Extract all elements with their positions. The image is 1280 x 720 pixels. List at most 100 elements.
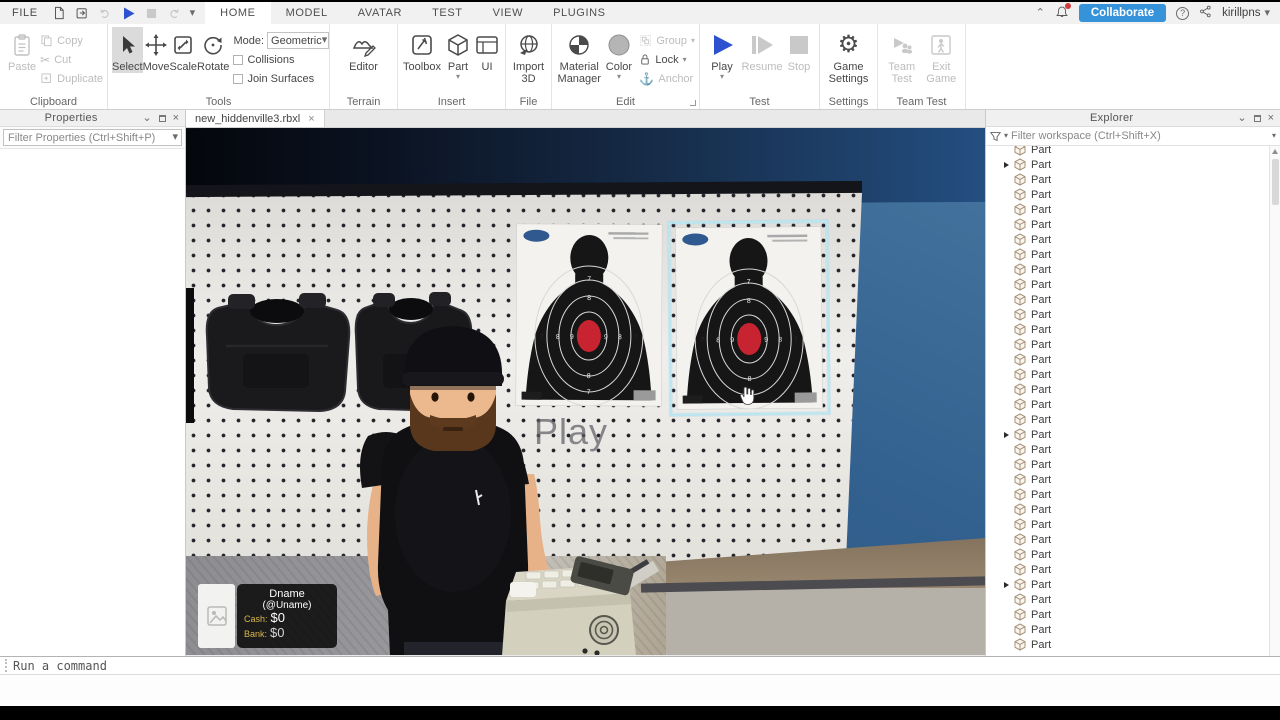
explorer-item-part[interactable]: Part [986,472,1269,487]
explorer-filter-row[interactable]: ▾ ▾ [986,127,1280,146]
move-tool-button[interactable]: Move [143,27,169,73]
command-bar[interactable] [0,656,1280,675]
command-bar-input[interactable] [13,658,1280,673]
properties-chevron-down-icon[interactable]: ⌄ [142,112,151,124]
command-bar-drag-handle[interactable] [5,659,7,672]
expand-arrow-icon[interactable] [1004,579,1014,591]
tab-model[interactable]: MODEL [271,2,343,24]
select-tool-button[interactable]: Select [112,27,143,73]
explorer-item-part[interactable]: Part [986,277,1269,292]
collapse-ribbon-icon[interactable]: ⌃ [1036,7,1045,19]
explorer-item-part[interactable]: Part [986,487,1269,502]
explorer-item-part[interactable]: Part [986,637,1269,652]
explorer-item-part[interactable]: Part [986,397,1269,412]
collisions-checkbox[interactable] [233,54,244,65]
collaborate-button[interactable]: Collaborate [1078,4,1167,22]
game-settings-button[interactable]: ⚙ Game Settings [824,27,873,86]
notifications-bell-icon[interactable] [1055,2,1071,22]
explorer-item-part[interactable]: Part [986,457,1269,472]
join-surfaces-checkbox[interactable] [233,73,244,84]
scrollbar-up-arrow-icon[interactable] [1272,149,1278,154]
anchor-button[interactable]: ⚓ Anchor [639,69,695,88]
import-3d-button[interactable]: Import 3D [510,27,547,85]
help-icon[interactable]: ? [1176,6,1190,20]
edit-dialog-launcher-icon[interactable] [690,100,696,106]
join-surfaces-checkbox-row[interactable]: Join Surfaces [233,69,329,88]
expand-arrow-icon[interactable] [1004,159,1014,171]
explorer-item-part[interactable]: Part [986,607,1269,622]
shooting-target-right-selected[interactable]: 7 8 9 9 8 8 8 7 7 7 [675,226,823,410]
document-tab-close-icon[interactable]: × [308,113,314,125]
explorer-item-part[interactable]: Part [986,517,1269,532]
terrain-editor-button[interactable]: Editor [342,27,386,73]
explorer-item-part[interactable]: Part [986,202,1269,217]
color-button[interactable]: Color ▾ [602,27,635,81]
lock-button[interactable]: Lock ▾ [639,50,695,69]
properties-filter-box[interactable]: ▾ [3,129,182,146]
properties-close-icon[interactable]: × [173,112,179,124]
explorer-item-part[interactable]: Part [986,157,1269,172]
duplicate-button[interactable]: Duplicate [40,69,103,88]
stop-button[interactable]: Stop [784,27,814,73]
tab-view[interactable]: VIEW [478,2,539,24]
explorer-item-part[interactable]: Part [986,337,1269,352]
collisions-checkbox-row[interactable]: Collisions [233,50,329,69]
play-button[interactable]: Play ▾ [704,27,740,81]
explorer-item-part[interactable]: Part [986,217,1269,232]
explorer-item-part[interactable]: Part [986,547,1269,562]
game-viewport[interactable]: 7 8 9 9 8 8 8 7 7 7 7 8 9 9 8 8 8 7 7 Pl… [186,128,985,655]
explorer-item-part[interactable]: Part [986,172,1269,187]
explorer-item-part[interactable]: Part [986,502,1269,517]
scale-tool-button[interactable]: Scale [169,27,197,73]
team-test-button[interactable]: Team Test [882,27,922,85]
explorer-item-part[interactable]: Part [986,562,1269,577]
explorer-item-part[interactable]: Part [986,247,1269,262]
tab-avatar[interactable]: AVATAR [343,2,417,24]
part-button[interactable]: Part ▾ [442,27,474,81]
group-button[interactable]: Group ▾ [639,31,695,50]
properties-filter-input[interactable] [4,131,173,144]
tab-test[interactable]: TEST [417,2,478,24]
mode-dropdown[interactable]: Geometric ▾ [267,32,330,49]
explorer-item-part[interactable]: Part [986,322,1269,337]
explorer-item-part[interactable]: Part [986,352,1269,367]
new-file-icon[interactable] [52,6,66,20]
customize-toolbar-icon[interactable]: ▾ [190,7,196,19]
explorer-item-part[interactable]: Part [986,412,1269,427]
rotate-tool-button[interactable]: Rotate [197,27,229,73]
explorer-item-part[interactable]: Part [986,262,1269,277]
cut-button[interactable]: ✂ Cut [40,50,103,69]
explorer-item-part[interactable]: Part [986,187,1269,202]
explorer-item-part[interactable]: Part [986,382,1269,397]
explorer-chevron-down-icon[interactable]: ⌄ [1237,112,1246,124]
explorer-close-icon[interactable]: × [1268,112,1274,124]
explorer-filter-input[interactable] [1011,130,1269,142]
cash-register[interactable] [486,554,661,655]
tab-plugins[interactable]: PLUGINS [538,2,621,24]
explorer-item-part[interactable]: Part [986,146,1269,157]
explorer-item-part[interactable]: Part [986,232,1269,247]
share-icon[interactable] [1199,5,1212,21]
explorer-item-part[interactable]: Part [986,292,1269,307]
explorer-item-part[interactable]: Part [986,577,1269,592]
properties-float-icon[interactable] [158,114,166,122]
copy-button[interactable]: Copy [40,31,103,50]
paste-button[interactable]: Paste [4,27,40,73]
file-menu[interactable]: FILE [0,7,50,19]
explorer-item-part[interactable]: Part [986,442,1269,457]
document-tab[interactable]: new_hiddenville3.rbxl × [186,110,325,127]
play-quick-icon[interactable] [121,6,136,21]
explorer-item-part[interactable]: Part [986,592,1269,607]
explorer-item-part[interactable]: Part [986,307,1269,322]
open-file-icon[interactable] [75,6,89,20]
explorer-float-icon[interactable] [1253,114,1261,122]
tactical-vest-left[interactable] [198,288,360,420]
toolbox-button[interactable]: Toolbox [402,27,442,73]
exit-game-button[interactable]: Exit Game [922,27,962,85]
explorer-item-part[interactable]: Part [986,622,1269,637]
explorer-item-part[interactable]: Part [986,367,1269,382]
scrollbar-thumb[interactable] [1271,159,1279,205]
explorer-item-part[interactable]: Part [986,427,1269,442]
material-manager-button[interactable]: Material Manager [556,27,602,85]
resume-button[interactable]: Resume [740,27,784,73]
